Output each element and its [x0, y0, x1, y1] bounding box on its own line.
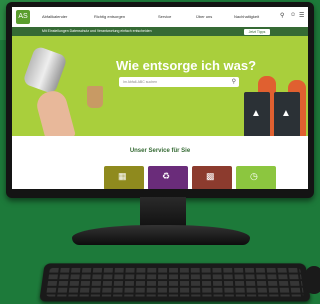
top-navigation: AS Abfallkalender Richtig entsorgen Serv…: [12, 7, 308, 28]
service-title: Unser Service für Sie: [129, 148, 191, 154]
nav-item-ueber-uns[interactable]: Über uns: [196, 14, 212, 19]
monitor-stand-base: [72, 225, 250, 245]
search-placeholder: Im Abfall-ABC suchen: [123, 80, 158, 84]
search-icon[interactable]: ⚲: [280, 12, 284, 19]
service-tile-recycling[interactable]: ♻: [148, 166, 188, 189]
hero-banner: Wie entsorge ich was? Im Abfall-ABC such…: [12, 36, 308, 136]
menu-icon[interactable]: ☰: [299, 12, 304, 19]
nav-item-service[interactable]: Service: [158, 14, 171, 19]
waste-bin-image: ▲: [274, 92, 300, 136]
notice-text: Mit Einstellungen Datenschutz und Verant…: [42, 29, 152, 33]
service-tile-truck[interactable]: ▩: [192, 166, 232, 189]
calendar-icon: ▦: [118, 171, 127, 181]
user-icon[interactable]: ☺: [290, 12, 296, 18]
search-icon[interactable]: ⚲: [232, 78, 236, 85]
nav-item-richtig-entsorgen[interactable]: Richtig entsorgen: [94, 14, 125, 19]
search-input[interactable]: Im Abfall-ABC suchen ⚲: [119, 77, 239, 87]
recycling-icon: ▲: [251, 108, 261, 119]
website-screen: AS Abfallkalender Richtig entsorgen Serv…: [12, 7, 308, 189]
nav-item-abfallkalender[interactable]: Abfallkalender: [42, 14, 67, 19]
clock-icon: ◷: [250, 171, 258, 181]
recycling-icon: ♻: [162, 171, 171, 181]
keyboard-rows: [46, 267, 304, 297]
service-tile-clock[interactable]: ◷: [236, 166, 276, 189]
hand-image: [34, 87, 76, 136]
keyboard: [39, 263, 311, 302]
monitor-stand-neck: [140, 197, 186, 227]
paper-cup-image: [87, 86, 103, 108]
crushed-can-image: [22, 45, 68, 95]
service-tile-calendar[interactable]: ▦: [104, 166, 144, 189]
waste-bin-image: ▲: [244, 92, 270, 136]
hero-title: Wie entsorge ich was?: [116, 58, 257, 73]
notice-button[interactable]: Jetzt Tipps: [244, 28, 270, 35]
monitor: AS Abfallkalender Richtig entsorgen Serv…: [6, 2, 314, 198]
logo[interactable]: AS: [16, 10, 30, 24]
notice-bar: Mit Einstellungen Datenschutz und Verant…: [12, 27, 308, 36]
recycling-icon: ▲: [281, 108, 291, 119]
truck-icon: ▩: [206, 171, 215, 181]
nav-item-nachhaltigkeit[interactable]: Nachhaltigkeit: [234, 14, 259, 19]
mouse: [305, 266, 320, 294]
